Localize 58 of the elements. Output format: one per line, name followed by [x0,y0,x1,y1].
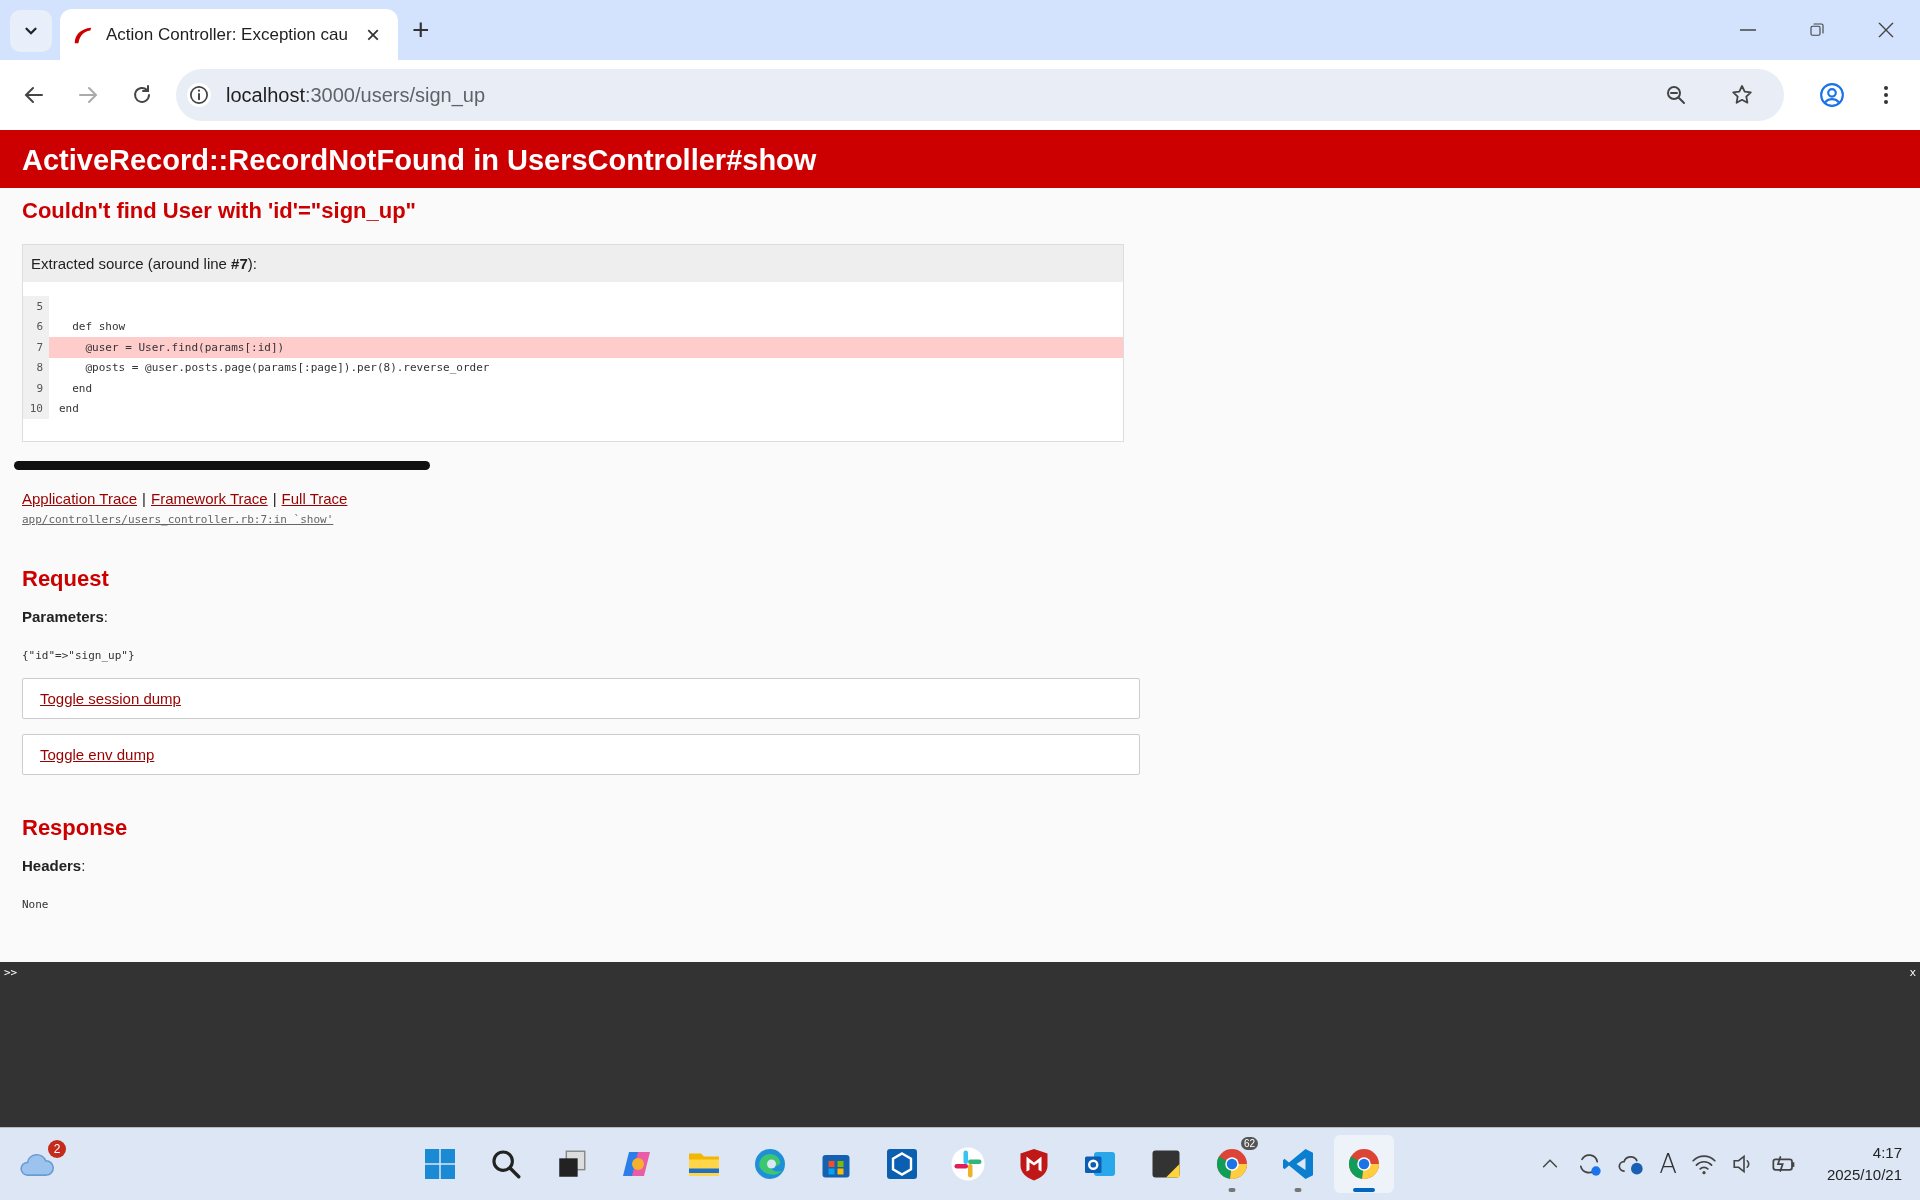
search-icon [489,1147,523,1181]
link-separator: | [142,490,146,507]
trace-link[interactable]: Full Trace [281,490,348,507]
profile-icon [1819,82,1845,108]
code-text: end [71,381,93,395]
console-prompt[interactable]: >> [4,966,18,979]
parameters-label: Parameters: [22,608,109,625]
parameters-value: {"id"=>"sign_up"} [22,649,136,662]
toggle-link[interactable]: Toggle session dump [40,690,181,707]
notification-badge: 2 [48,1140,66,1158]
line-number: 8 [35,361,44,375]
taskbar-app[interactable]: 62 [1202,1135,1262,1193]
time-text: 4:17 [1872,1143,1902,1163]
line-number: 5 [35,299,44,313]
line-number: 6 [35,320,44,334]
zoom-out-icon [1664,83,1688,107]
tab-title: Action Controller: Exception cau [106,24,348,45]
restore-icon [1807,21,1826,39]
line-number: 9 [35,381,44,395]
code-text: @user = User.find(params[:id]) [84,340,285,354]
line-number: 10 [28,402,44,416]
input-mode-indicator[interactable]: A [1659,1149,1677,1179]
console-close-button[interactable]: x [1909,966,1916,979]
chrome-browser-icon [1214,1146,1250,1182]
source-header: Extracted source (around line #7): [23,245,1123,282]
url-text: localhost:3000/users/sign_up [226,83,487,107]
code-text: def show [71,320,126,334]
trace-path-link[interactable]: app/controllers/users_controller.rb:7:in `show' [22,513,334,526]
address-bar[interactable]: localhost:3000/users/sign_up [176,69,1784,121]
headers-value: None [22,898,50,911]
trace-link[interactable]: Framework Trace [151,490,268,507]
info-icon [186,82,212,108]
browser-tab[interactable]: Action Controller: Exception cau × [60,9,398,60]
error-title: ActiveRecord::RecordNotFound in UsersController#show [0,132,1920,188]
code-text: end [58,402,79,416]
more-vertical-icon [1884,86,1888,104]
windows-logo-icon [422,1146,458,1182]
star-icon [1730,83,1754,107]
date-text: 2025/10/21 [1826,1165,1902,1185]
error-message: Couldn't find User with 'id'="sign_up" [22,198,418,224]
code-editor-icon [1280,1146,1316,1182]
section-heading: Request [22,566,110,592]
line-number: 7 [35,340,44,354]
window-count-badge: 62 [1240,1137,1258,1150]
code-text: @posts = @user.posts.page(params[:page]).per(8).reverse_order [84,361,490,375]
clock[interactable]: 4:17 2025/10/21 [1826,1142,1902,1186]
edge-browser-icon [752,1146,788,1182]
link-separator: | [272,490,277,507]
toggle-link[interactable]: Toggle env dump [40,746,155,763]
section-heading: Response [22,815,129,841]
minimize-icon [1739,29,1756,31]
slack-icon [950,1146,986,1182]
chrome-browser-icon [1346,1146,1382,1182]
tab-close-button[interactable]: × [359,22,386,47]
new-tab-button[interactable]: + [405,15,436,45]
trace-link[interactable]: Application Trace [22,490,138,507]
headers-label: Headers: [22,857,87,874]
cube-icon [884,1146,920,1182]
